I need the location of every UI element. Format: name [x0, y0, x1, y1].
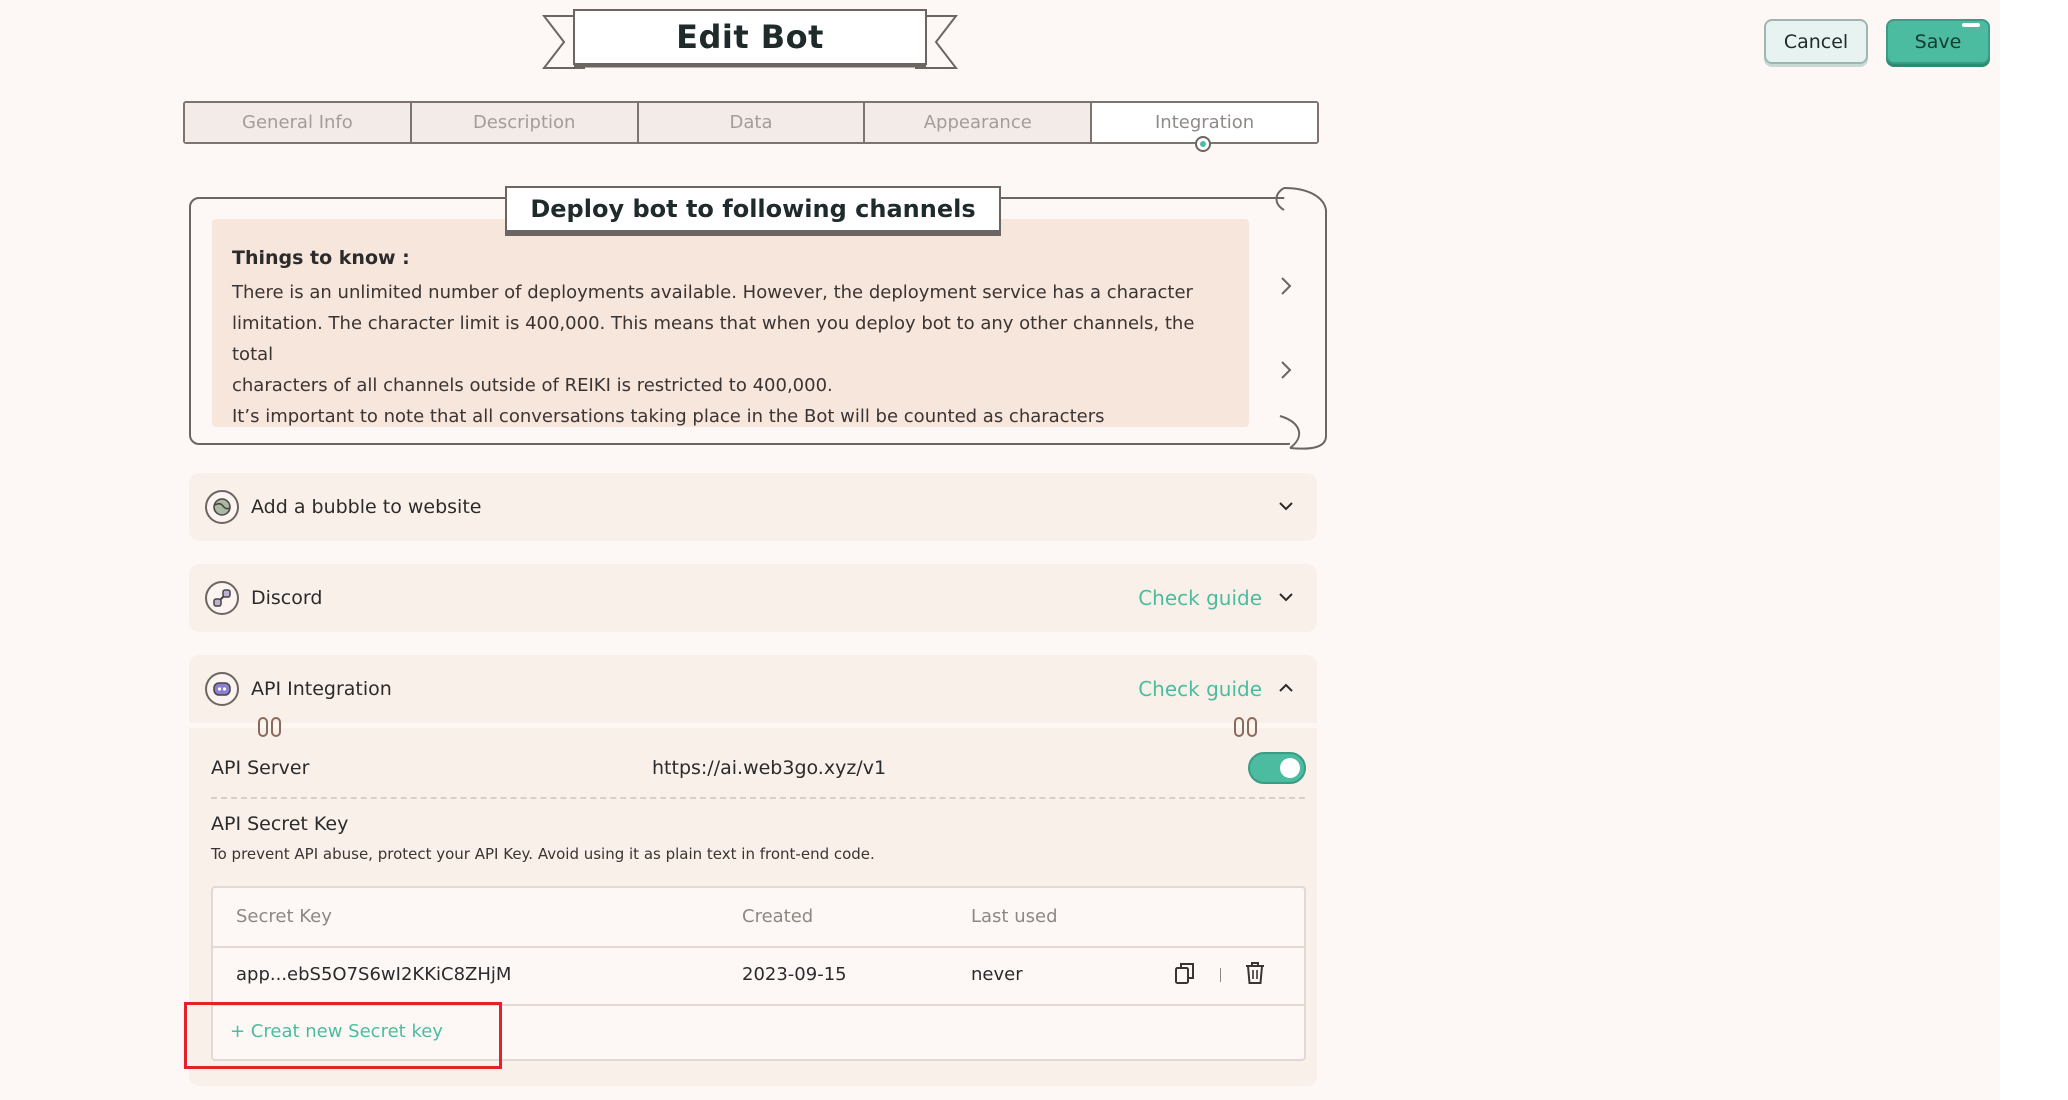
globe-icon: [205, 490, 239, 524]
know-line: characters of all channels outside of RE…: [232, 375, 833, 396]
accordion-api-label: API Integration: [251, 678, 392, 700]
col-header-secret-key: Secret Key: [236, 906, 332, 927]
api-server-url: https://ai.web3go.xyz/v1: [652, 757, 887, 779]
toggle-knob: [1280, 758, 1300, 778]
discord-logo-icon: [205, 672, 239, 706]
tab-description[interactable]: Description: [411, 103, 639, 142]
tab-bar: General Info Description Data Appearance…: [183, 101, 1319, 144]
col-header-created: Created: [742, 906, 814, 927]
link-icon: [205, 581, 239, 615]
col-header-last-used: Last used: [971, 906, 1058, 927]
trash-icon[interactable]: [1243, 960, 1267, 986]
tab-appearance[interactable]: Appearance: [865, 103, 1093, 142]
last-used-value: never: [971, 964, 1023, 985]
chevron-up-icon[interactable]: [1277, 679, 1295, 697]
things-to-know-title: Things to know :: [232, 247, 410, 269]
page-title-banner: Edit Bot: [542, 8, 958, 76]
secret-key-title: API Secret Key: [211, 813, 349, 835]
accordion-bubble-label: Add a bubble to website: [251, 496, 482, 518]
active-tab-indicator: [1195, 136, 1211, 152]
know-line: limitation. The character limit is 400,0…: [232, 313, 1195, 365]
api-check-guide-link[interactable]: Check guide: [1138, 677, 1262, 701]
chevron-down-icon[interactable]: [1277, 497, 1295, 515]
chevron-down-icon[interactable]: [1277, 588, 1295, 606]
save-button-label: Save: [1914, 30, 1962, 53]
tab-general-info[interactable]: General Info: [185, 103, 412, 142]
know-line: There is an unlimited number of deployme…: [232, 282, 1193, 303]
highlight-box: [184, 1002, 502, 1069]
binder-ring-icon: [258, 717, 281, 737]
secret-key-value: app...ebS5O7S6wI2KKiC8ZHjM: [236, 964, 512, 985]
cancel-button[interactable]: Cancel: [1764, 19, 1868, 64]
save-highlight: [1962, 23, 1980, 27]
accordion-api[interactable]: API Integration Check guide: [189, 655, 1317, 723]
accordion-discord-label: Discord: [251, 587, 323, 609]
discord-check-guide-link[interactable]: Check guide: [1138, 586, 1262, 610]
page-canvas: Edit Bot Cancel Save General Info Descri…: [0, 0, 2000, 1100]
things-to-know-body: There is an unlimited number of deployme…: [232, 277, 1212, 432]
created-date: 2023-09-15: [742, 964, 847, 985]
page-title: Edit Bot: [676, 18, 824, 56]
tab-data[interactable]: Data: [638, 103, 866, 142]
save-button[interactable]: Save: [1886, 19, 1990, 64]
api-server-toggle[interactable]: [1248, 752, 1306, 784]
binder-ring-icon: [1234, 717, 1257, 737]
accordion-bubble[interactable]: Add a bubble to website: [189, 473, 1317, 541]
deploy-banner: Deploy bot to following channels: [505, 186, 1001, 232]
icon-divider: [1220, 968, 1221, 982]
accordion-discord[interactable]: Discord Check guide: [189, 564, 1317, 632]
secret-key-description: To prevent API abuse, protect your API K…: [211, 845, 875, 863]
api-server-label: API Server: [211, 757, 310, 779]
divider: [211, 797, 1305, 799]
copy-icon[interactable]: [1173, 960, 1197, 986]
know-line: It’s important to note that all conversa…: [232, 406, 1105, 427]
row-divider: [213, 946, 1304, 948]
scroll-curl-icon: [1275, 187, 1327, 450]
